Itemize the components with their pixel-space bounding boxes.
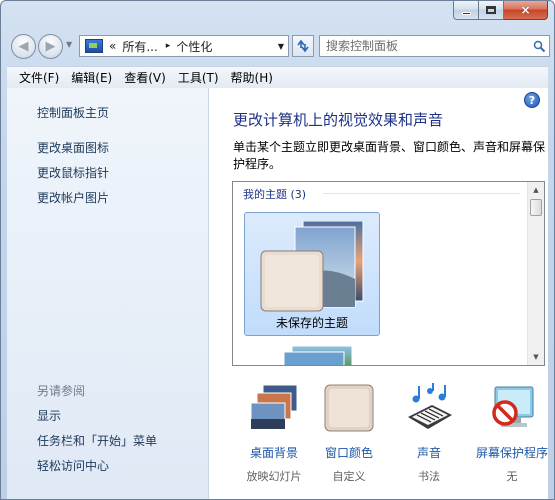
- menu-bar: 文件(F) 编辑(E) 查看(V) 工具(T) 帮助(H): [7, 66, 548, 88]
- window-frame: × ◀ ▶ ▼ « 所有... ▸ 个性化 ▼ 文件(F) 编辑(E) 查看(V…: [0, 0, 555, 500]
- back-button[interactable]: ◀: [11, 34, 36, 59]
- scroll-up-icon[interactable]: ▲: [528, 182, 544, 198]
- forward-button[interactable]: ▶: [38, 34, 63, 59]
- see-also-heading: 另请参阅: [37, 384, 86, 398]
- window-color-icon: [324, 384, 374, 432]
- search-input[interactable]: [320, 37, 529, 55]
- screensaver-label[interactable]: 屏幕保护程序: [472, 444, 552, 461]
- maximize-icon: [486, 6, 496, 14]
- theme-item-unsaved[interactable]: 未保存的主题: [244, 212, 380, 336]
- close-button[interactable]: ×: [504, 1, 548, 20]
- sounds-label[interactable]: 声音: [389, 444, 469, 461]
- refresh-icon: [297, 39, 309, 53]
- content-area: 控制面板主页 更改桌面图标 更改鼠标指针 更改帐户图片 另请参阅 显示 任务栏和…: [7, 88, 548, 499]
- search-box[interactable]: [319, 35, 550, 57]
- theme-list[interactable]: 我的主题 (3) 未保存的主题 ▲ ▼: [232, 181, 545, 366]
- menu-tools[interactable]: 工具(T): [172, 69, 225, 86]
- page-title: 更改计算机上的视觉效果和声音: [233, 111, 444, 129]
- window-color-label[interactable]: 窗口颜色: [309, 444, 389, 461]
- sidebar-change-mouse-pointers[interactable]: 更改鼠标指针: [37, 164, 109, 181]
- sounds-icon: [408, 383, 452, 429]
- caption-buttons: ×: [453, 1, 548, 20]
- see-also-ease-of-access[interactable]: 轻松访问中心: [37, 457, 109, 474]
- minimize-button[interactable]: [453, 1, 479, 20]
- scroll-down-icon[interactable]: ▼: [528, 349, 544, 365]
- theme-list-scrollbar[interactable]: ▲ ▼: [527, 182, 544, 365]
- address-bar[interactable]: « 所有... ▸ 个性化 ▼: [79, 35, 289, 57]
- address-overflow[interactable]: «: [109, 39, 116, 53]
- navigation-bar: ◀ ▶ ▼ « 所有... ▸ 个性化 ▼: [7, 31, 550, 61]
- theme-group-divider: [323, 193, 520, 194]
- page-description: 单击某个主题立即更改桌面背景、窗口颜色、声音和屏幕保护程序。: [233, 140, 546, 171]
- theme-item-next-preview[interactable]: [244, 342, 380, 366]
- screensaver-button[interactable]: 屏幕保护程序 无: [472, 383, 552, 484]
- address-segment-personalization[interactable]: 个性化: [176, 38, 212, 55]
- theme-settings: 桌面背景 放映幻灯片 窗口颜色 自定义 声音 书法 屏幕保护程序 无: [234, 383, 548, 483]
- theme-item-label: 未保存的主题: [275, 316, 348, 330]
- sidebar-change-desktop-icons[interactable]: 更改桌面图标: [37, 139, 109, 156]
- minimize-icon: [461, 11, 471, 15]
- scroll-thumb[interactable]: [530, 199, 542, 216]
- window-color-button[interactable]: 窗口颜色 自定义: [309, 383, 389, 484]
- sounds-button[interactable]: 声音 书法: [389, 383, 469, 484]
- screensaver-value: 无: [506, 470, 518, 483]
- search-icon[interactable]: [529, 40, 549, 53]
- control-panel-icon: [85, 39, 103, 53]
- help-icon[interactable]: ?: [524, 92, 540, 108]
- menu-view[interactable]: 查看(V): [118, 69, 172, 86]
- screensaver-icon: [492, 386, 534, 427]
- sidebar: 控制面板主页 更改桌面图标 更改鼠标指针 更改帐户图片 另请参阅 显示 任务栏和…: [7, 88, 209, 499]
- close-icon: ×: [520, 3, 531, 17]
- desktop-background-value: 放映幻灯片: [246, 470, 302, 483]
- address-dropdown-icon[interactable]: ▼: [278, 42, 284, 51]
- window-color-value: 自定义: [332, 470, 366, 483]
- see-also-taskbar[interactable]: 任务栏和「开始」菜单: [37, 432, 157, 449]
- see-also-display[interactable]: 显示: [37, 407, 61, 424]
- theme-preview-icon: [260, 221, 364, 312]
- desktop-background-button[interactable]: 桌面背景 放映幻灯片: [234, 383, 314, 484]
- address-segment-all[interactable]: 所有...: [122, 38, 157, 55]
- back-arrow-icon: ◀: [18, 39, 29, 54]
- refresh-button[interactable]: [292, 35, 314, 57]
- sounds-value: 书法: [418, 470, 440, 483]
- menu-help[interactable]: 帮助(H): [225, 69, 279, 86]
- maximize-button[interactable]: [479, 1, 504, 20]
- sidebar-change-account-picture[interactable]: 更改帐户图片: [37, 189, 109, 206]
- recent-pages-dropdown[interactable]: ▼: [66, 40, 72, 49]
- desktop-background-icon: [250, 384, 298, 430]
- main-panel: ? 更改计算机上的视觉效果和声音 单击某个主题立即更改桌面背景、窗口颜色、声音和…: [210, 88, 548, 499]
- desktop-background-label[interactable]: 桌面背景: [234, 444, 314, 461]
- menu-edit[interactable]: 编辑(E): [65, 69, 118, 86]
- address-separator[interactable]: ▸: [166, 41, 171, 51]
- forward-arrow-icon: ▶: [45, 39, 56, 54]
- sidebar-control-panel-home[interactable]: 控制面板主页: [37, 104, 109, 121]
- theme-group-header: 我的主题 (3): [243, 188, 307, 201]
- menu-file[interactable]: 文件(F): [13, 69, 65, 86]
